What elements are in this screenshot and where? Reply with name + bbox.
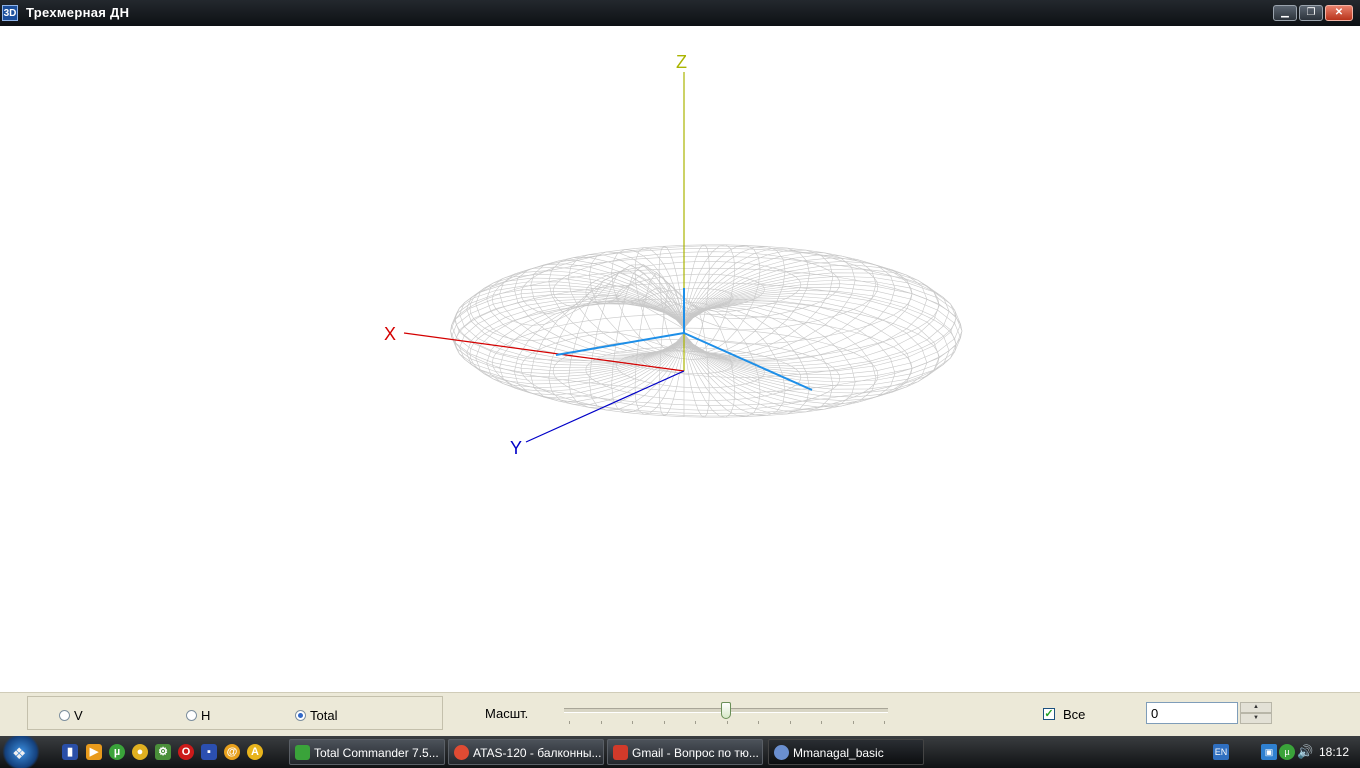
app-icon xyxy=(774,745,789,760)
slider-tick xyxy=(600,721,602,724)
slider-tick xyxy=(758,721,759,724)
task-label: Mmanagal_basic xyxy=(793,746,884,760)
scale-label: Масшт. xyxy=(485,706,529,721)
scale-slider-thumb[interactable] xyxy=(721,702,731,719)
ql-save-icon[interactable]: ▪ xyxy=(201,744,217,760)
ql-opera-icon[interactable]: O xyxy=(178,744,194,760)
mesh-latitude xyxy=(492,313,913,418)
slider-tick xyxy=(569,721,570,724)
task-label: ATAS-120 - балконны... xyxy=(473,746,602,760)
floppy-icon xyxy=(295,745,310,760)
all-checkbox[interactable]: ✓ xyxy=(1043,708,1055,720)
radio-v[interactable]: V xyxy=(59,708,83,723)
slider-tick xyxy=(789,721,791,724)
ql-chrome-icon[interactable]: ● xyxy=(132,744,148,760)
pattern-canvas[interactable]: Z X Y xyxy=(0,26,1360,692)
task-label: Gmail - Вопрос по тю... xyxy=(632,746,759,760)
gmail-icon xyxy=(613,745,628,760)
slider-tick xyxy=(852,721,854,724)
network-icon[interactable]: ▣ xyxy=(1261,744,1277,760)
close-icon: ✕ xyxy=(1334,7,1344,18)
task-chrome[interactable]: ATAS-120 - балконны... xyxy=(448,739,604,765)
slider-tick xyxy=(821,721,822,724)
slider-tick xyxy=(726,721,728,724)
task-mmana[interactable]: Mmanagal_basic xyxy=(768,739,924,765)
mesh-latitude xyxy=(450,267,963,394)
app-3d-icon[interactable]: 3D xyxy=(2,5,18,21)
task-total-commander[interactable]: Total Commander 7.5... xyxy=(289,739,445,765)
slider-tick xyxy=(632,721,633,724)
slider-tick xyxy=(695,721,696,724)
start-button[interactable]: ❖ xyxy=(0,736,42,768)
slider-tick xyxy=(663,721,665,724)
radio-h-circle[interactable] xyxy=(186,710,197,721)
restore-icon: ❐ xyxy=(1306,7,1316,18)
utorrent-tray-icon[interactable]: µ xyxy=(1279,744,1295,760)
spin-down-button[interactable]: ▼ xyxy=(1240,713,1272,724)
angle-spinner: ▲ ▼ xyxy=(1240,702,1272,724)
clock: 18:12 xyxy=(1319,745,1350,759)
task-gmail[interactable]: Gmail - Вопрос по тю... xyxy=(607,739,763,765)
minimize-button[interactable]: ▁ xyxy=(1273,5,1297,21)
radio-total-circle[interactable] xyxy=(295,710,306,721)
ql-aimp-icon[interactable]: A xyxy=(247,744,263,760)
y-axis-label: Y xyxy=(510,438,522,458)
radio-h-label: H xyxy=(201,708,211,723)
radio-total[interactable]: Total xyxy=(295,708,337,723)
ql-utorrent-icon[interactable]: µ xyxy=(109,744,125,760)
ql-explorer-icon[interactable]: ▮ xyxy=(62,744,78,760)
radio-total-label: Total xyxy=(310,708,338,723)
angle-input[interactable] xyxy=(1146,702,1238,724)
x-axis-label: X xyxy=(384,324,396,344)
minimize-icon: ▁ xyxy=(1281,7,1289,18)
control-panel: V H Total Масшт. ✓ Все ▲ ▼ xyxy=(0,692,1360,737)
scale-slider[interactable] xyxy=(562,702,890,726)
radio-v-circle[interactable] xyxy=(59,710,70,721)
spin-up-button[interactable]: ▲ xyxy=(1240,702,1272,713)
radio-v-label: V xyxy=(74,708,83,723)
title-bar: 3D Трехмерная ДН ▁ ❐ ✕ xyxy=(0,0,1360,26)
ql-mail-icon[interactable]: @ xyxy=(224,744,240,760)
all-checkbox-label: Все xyxy=(1063,707,1086,722)
language-indicator[interactable]: EN xyxy=(1213,744,1229,760)
ql-media-icon[interactable]: ▶ xyxy=(86,744,102,760)
wireframe-mesh xyxy=(450,244,963,418)
radiation-pattern-3d[interactable]: Z X Y xyxy=(0,26,1360,692)
ql-tool-icon[interactable]: ⚙ xyxy=(155,744,171,760)
radio-h[interactable]: H xyxy=(186,708,210,723)
task-label: Total Commander 7.5... xyxy=(314,746,439,760)
chrome-icon xyxy=(454,745,469,760)
windows-logo-icon: ❖ xyxy=(12,746,27,763)
pattern-type-group: V H Total xyxy=(27,696,443,730)
slider-tick xyxy=(884,721,885,724)
close-button[interactable]: ✕ xyxy=(1325,5,1353,21)
volume-icon[interactable]: 🔊 xyxy=(1297,744,1313,760)
taskbar: ❖ ▮ ▶ µ ● ⚙ O ▪ @ A Total Commander 7.5.… xyxy=(0,736,1360,768)
window-title: Трехмерная ДН xyxy=(26,5,130,20)
restore-button[interactable]: ❐ xyxy=(1299,5,1323,21)
z-axis-label: Z xyxy=(676,52,687,72)
